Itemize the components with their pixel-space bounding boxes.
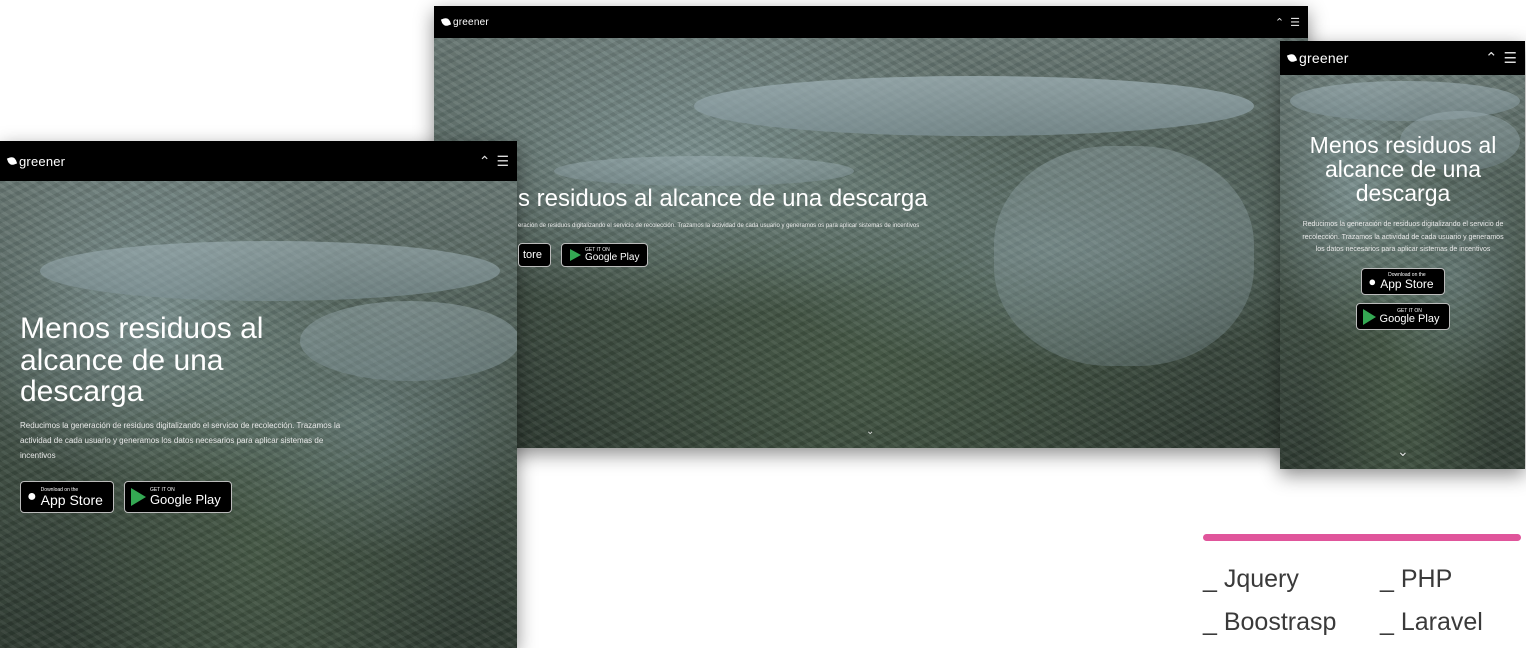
chevron-up-icon[interactable]: ⌃	[1275, 16, 1284, 29]
app-store-button[interactable]: tore	[518, 243, 551, 268]
tech-item-laravel: _ Laravel	[1380, 608, 1483, 636]
google-play-icon	[569, 249, 581, 262]
top-nav-bar: greener ⌃ ☰	[1280, 41, 1525, 75]
hamburger-icon[interactable]: ☰	[1504, 49, 1517, 67]
desktop-wide-mockup: greener ⌃ ☰ s residuos al alcance de una…	[434, 6, 1308, 448]
store-badges: ● Download on the App Store GET IT ON Go…	[20, 481, 350, 514]
leaf-icon	[440, 16, 452, 28]
google-play-button[interactable]: GET IT ON Google Play	[123, 481, 232, 514]
hero-content: s residuos al alcance de una descarga er…	[518, 185, 1078, 268]
tech-item-jquery: _ Jquery	[1203, 565, 1299, 593]
scroll-down-icon[interactable]: ⌄	[866, 426, 874, 437]
mobile-mockup: greener ⌃ ☰ Menos residuos al alcance de…	[1280, 41, 1525, 469]
hero-content: Menos residuos al alcance de una descarg…	[1294, 132, 1512, 331]
hero-description: Reducimos la generación de residuos digi…	[1302, 221, 1504, 253]
hero-headline: Menos residuos al alcance de una descarg…	[1309, 132, 1497, 207]
apple-icon: ●	[27, 488, 37, 506]
hamburger-icon[interactable]: ☰	[496, 153, 509, 170]
app-store-button[interactable]: ● Download on the App Store	[1361, 268, 1445, 296]
app-store-button[interactable]: ● Download on the App Store	[20, 481, 114, 514]
nav-icons: ⌃ ☰	[1275, 16, 1300, 29]
hero-headline: s residuos al alcance de una descarga	[518, 185, 928, 212]
laptop-mockup: greener ⌃ ☰ Menos residuos al alcance de…	[0, 141, 517, 648]
nav-icons: ⌃ ☰	[1485, 49, 1517, 67]
scroll-down-icon[interactable]: ⌄	[1397, 443, 1409, 460]
tech-item-bootstrap: _ Boostrasp	[1203, 608, 1337, 636]
hero-description: Reducimos la generación de residuos digi…	[20, 420, 341, 460]
brand-logo[interactable]: greener	[440, 16, 489, 28]
hero-headline: Menos residuos al alcance de una descarg…	[20, 312, 264, 408]
apple-icon: ●	[1368, 274, 1377, 290]
google-play-icon	[130, 488, 146, 507]
hero-content: Menos residuos al alcance de una descarg…	[20, 312, 350, 514]
google-play-icon	[1362, 308, 1376, 325]
hamburger-icon[interactable]: ☰	[1290, 16, 1300, 29]
nav-icons: ⌃ ☰	[479, 153, 509, 170]
tech-item-php: _ PHP	[1380, 565, 1453, 593]
top-nav-bar: greener ⌃ ☰	[434, 6, 1308, 38]
leaf-icon	[6, 155, 18, 167]
hero-description: eración de residuos digitalizando el ser…	[518, 223, 920, 230]
google-play-button[interactable]: GET IT ON Google Play	[1355, 303, 1451, 331]
chevron-up-icon[interactable]: ⌃	[1485, 49, 1498, 67]
leaf-icon	[1286, 52, 1298, 64]
brand-logo[interactable]: greener	[6, 154, 65, 169]
store-badges: ● Download on the App Store GET IT ON Go…	[1294, 268, 1512, 331]
brand-logo[interactable]: greener	[1286, 50, 1349, 66]
top-nav-bar: greener ⌃ ☰	[0, 141, 517, 181]
google-play-button[interactable]: GET IT ON Google Play	[560, 243, 649, 268]
accent-divider	[1203, 534, 1521, 541]
chevron-up-icon[interactable]: ⌃	[479, 153, 491, 170]
store-badges: tore GET IT ON Google Play	[518, 243, 1078, 268]
